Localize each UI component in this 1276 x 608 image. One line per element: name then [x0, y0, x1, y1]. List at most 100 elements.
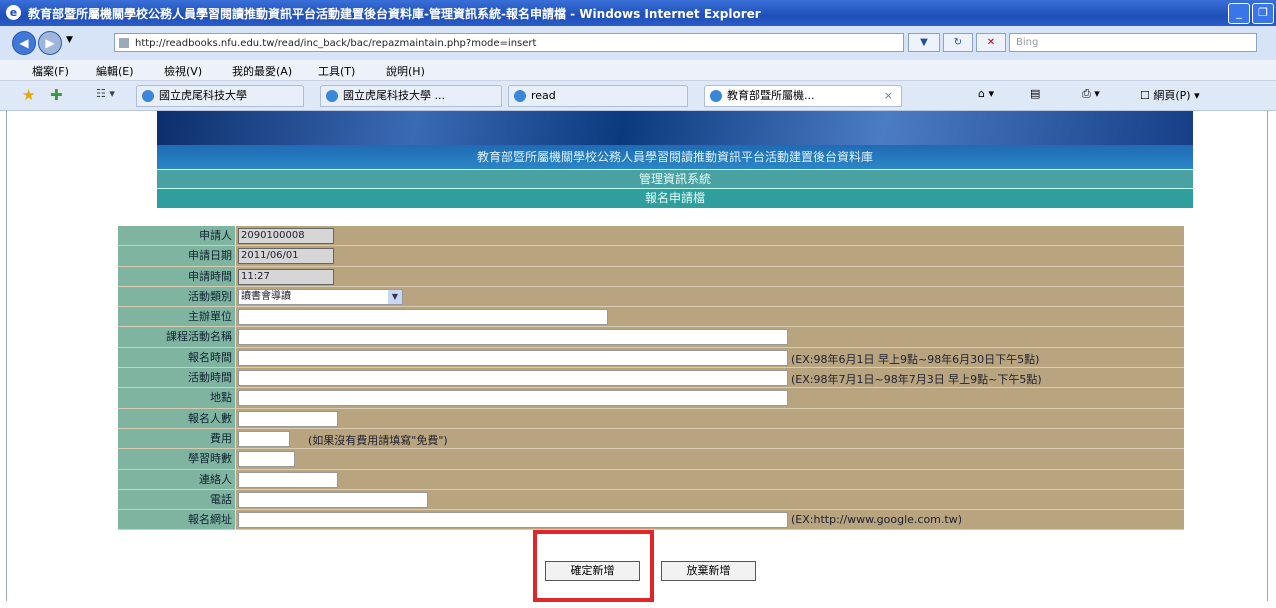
page-border-left: [6, 111, 7, 601]
favorites-star-icon[interactable]: ★: [22, 86, 35, 104]
url-text: http://readbooks.nfu.edu.tw/read/inc_bac…: [135, 38, 537, 49]
highlight-box: [533, 530, 654, 602]
location-label: 地點: [118, 388, 236, 408]
banner-title: 教育部暨所屬機關學校公務人員學習閱讀推動資訊平台活動建置後台資料庫: [157, 145, 1193, 169]
menu-edit[interactable]: 編輯(E): [96, 63, 134, 79]
signup-url-hint: (EX:http://www.google.com.tw): [791, 513, 962, 527]
print-icon[interactable]: ⎙ ▾: [1082, 87, 1100, 101]
tab-nfu-2[interactable]: 國立虎尾科技大學 ...: [320, 85, 502, 107]
form-row-applicant: 申請人 2090100008: [118, 226, 1184, 247]
capacity-label: 報名人數: [118, 408, 236, 428]
contact-label: 連絡人: [118, 469, 236, 489]
tab-page-icon: [326, 90, 338, 102]
form-row-hours: 學習時數: [118, 449, 1184, 470]
apply-time-label: 申請時間: [118, 266, 236, 286]
quick-tabs-icon[interactable]: ☷ ▾: [96, 87, 115, 100]
activity-period-hint: (EX:98年7月1日~98年7月3日 早上9點~下午5點): [791, 373, 1042, 387]
signup-url-label: 報名網址: [118, 510, 236, 530]
search-placeholder: Bing: [1016, 37, 1039, 48]
banner-section: 報名申請檔: [157, 188, 1193, 208]
page-icon: [119, 38, 129, 48]
ie-logo-icon: e: [6, 5, 21, 20]
organizer-label: 主辦單位: [118, 307, 236, 327]
tab-moe-active[interactable]: 教育部暨所屬機... ×: [704, 85, 902, 107]
form-row-course-name: 課程活動名稱: [118, 327, 1184, 348]
form-row-organizer: 主辦單位: [118, 307, 1184, 328]
location-input[interactable]: [238, 390, 788, 407]
fee-label: 費用: [118, 428, 236, 449]
applicant-label: 申請人: [118, 226, 236, 246]
tab-page-icon: [710, 90, 722, 102]
tab-label: read: [531, 89, 556, 102]
tab-read[interactable]: read: [508, 85, 688, 107]
form-row-apply-date: 申請日期 2011/06/01: [118, 246, 1184, 267]
form-row-activity-type: 活動類別 讀書會導讀 ▼: [118, 286, 1184, 308]
form-row-signup-url: 報名網址 (EX:http://www.google.com.tw): [118, 510, 1184, 531]
refresh-icon[interactable]: ↻: [943, 33, 973, 52]
window-title-bar: e 教育部暨所屬機關學校公務人員學習閱讀推動資訊平台活動建置後台資料庫-管理資訊…: [0, 0, 1276, 26]
dropdown-arrow-icon[interactable]: ▼: [388, 289, 402, 304]
activity-type-value: 讀書會導讀: [241, 290, 291, 302]
fee-hint: (如果沒有費用請填寫"免費"): [308, 433, 448, 447]
page-menu[interactable]: ☐ 網頁(P) ▾: [1140, 87, 1200, 103]
course-name-input[interactable]: [238, 329, 788, 346]
address-bar[interactable]: http://readbooks.nfu.edu.tw/read/inc_bac…: [114, 33, 904, 52]
banner-image: [157, 111, 1193, 145]
activity-type-select[interactable]: 讀書會導讀 ▼: [238, 288, 403, 305]
tab-nfu-1[interactable]: 國立虎尾科技大學: [136, 85, 304, 107]
signup-period-label: 報名時間: [118, 347, 236, 368]
form-row-activity-period: 活動時間 (EX:98年7月1日~98年7月3日 早上9點~下午5點): [118, 368, 1184, 389]
activity-period-label: 活動時間: [118, 368, 236, 388]
menu-favorites[interactable]: 我的最愛(A): [232, 63, 292, 79]
fee-input[interactable]: [238, 430, 290, 447]
search-input[interactable]: Bing: [1009, 33, 1257, 52]
apply-date-field: 2011/06/01: [238, 248, 334, 265]
page-border-right: [1267, 111, 1268, 601]
stop-icon[interactable]: ✕: [976, 33, 1006, 52]
signup-url-input[interactable]: [238, 512, 788, 529]
tab-bar: ★ ✚ ☷ ▾ 國立虎尾科技大學 國立虎尾科技大學 ... read 教育部暨所…: [0, 81, 1276, 111]
menu-bar: 檔案(F) 編輯(E) 檢視(V) 我的最愛(A) 工具(T) 說明(H): [0, 60, 1276, 81]
home-icon[interactable]: ⌂ ▾: [978, 87, 994, 100]
feeds-icon[interactable]: ▤: [1030, 87, 1040, 100]
menu-tools[interactable]: 工具(T): [318, 63, 355, 79]
tab-label: 國立虎尾科技大學 ...: [343, 89, 445, 102]
activity-type-label: 活動類別: [118, 286, 236, 307]
signup-period-input[interactable]: [238, 349, 788, 366]
site-banner: 教育部暨所屬機關學校公務人員學習閱讀推動資訊平台活動建置後台資料庫 管理資訊系統…: [157, 111, 1193, 208]
tab-page-icon: [142, 90, 154, 102]
minimize-button[interactable]: _: [1228, 3, 1250, 24]
phone-label: 電話: [118, 489, 236, 510]
contact-input[interactable]: [238, 471, 338, 488]
hours-label: 學習時數: [118, 449, 236, 469]
add-favorite-icon[interactable]: ✚: [50, 86, 63, 104]
tab-label: 國立虎尾科技大學: [159, 89, 247, 102]
history-dropdown-icon[interactable]: ▼: [66, 35, 73, 45]
page-menu-label: 網頁(P): [1153, 89, 1191, 102]
menu-view[interactable]: 檢視(V): [164, 63, 202, 79]
apply-time-field: 11:27: [238, 268, 334, 285]
phone-input[interactable]: [238, 491, 428, 508]
cancel-add-button[interactable]: 放棄新增: [661, 561, 756, 581]
form-row-contact: 連絡人: [118, 469, 1184, 490]
forward-button[interactable]: ▶: [38, 31, 62, 55]
window-title: 教育部暨所屬機關學校公務人員學習閱讀推動資訊平台活動建置後台資料庫-管理資訊系統…: [28, 7, 761, 21]
menu-file[interactable]: 檔案(F): [32, 63, 69, 79]
course-name-label: 課程活動名稱: [118, 327, 236, 347]
form-row-signup-period: 報名時間 (EX:98年6月1日 早上9點~98年6月30日下午5點): [118, 347, 1184, 369]
restore-button[interactable]: ❐: [1252, 3, 1274, 24]
form-row-location: 地點: [118, 388, 1184, 409]
tab-page-icon: [514, 90, 526, 102]
hours-input[interactable]: [238, 451, 295, 468]
tab-close-icon[interactable]: ×: [884, 86, 893, 106]
menu-help[interactable]: 說明(H): [386, 63, 425, 79]
capacity-input[interactable]: [238, 410, 338, 427]
address-dropdown-icon[interactable]: ▼: [908, 33, 940, 52]
registration-form: 申請人 2090100008 申請日期 2011/06/01 申請時間 11:2…: [118, 226, 1184, 531]
activity-period-input[interactable]: [238, 370, 788, 387]
applicant-field: 2090100008: [238, 228, 334, 244]
back-button[interactable]: ◀: [12, 31, 36, 55]
form-row-apply-time: 申請時間 11:27: [118, 266, 1184, 287]
form-row-fee: 費用 (如果沒有費用請填寫"免費"): [118, 428, 1184, 450]
organizer-input[interactable]: [238, 309, 608, 326]
